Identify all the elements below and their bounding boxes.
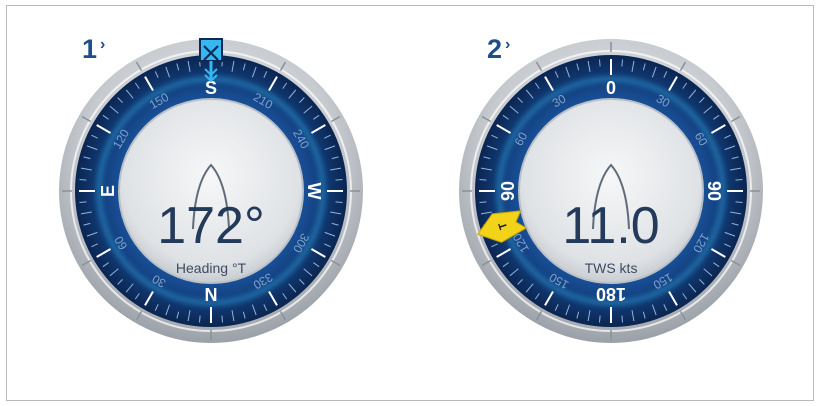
tick-mark: [735, 201, 743, 204]
ring-label: E: [98, 185, 118, 197]
ring-label: N: [205, 284, 218, 304]
tick-mark: [598, 59, 601, 67]
heading-label: Heading °T: [176, 260, 247, 276]
tws-value: 11.0: [562, 197, 659, 255]
dial-face: [518, 98, 704, 284]
tick-mark: [221, 315, 224, 323]
tick-mark: [198, 315, 201, 323]
dial-face: [118, 98, 304, 284]
tick-mark: [479, 201, 487, 204]
heading-gauge[interactable]: N3060E120150S210240W300330 172° Heading …: [56, 36, 366, 376]
waypoint-stem: [209, 61, 213, 81]
tick-mark: [79, 201, 87, 204]
ring-label: 180: [596, 284, 626, 304]
tick-mark: [79, 178, 87, 181]
tick-mark: [335, 178, 343, 181]
tws-gauge[interactable]: 0306090120150180150120906030 11.0 TWS kt…: [456, 36, 766, 376]
tick-mark: [735, 178, 743, 181]
tick-mark: [598, 315, 601, 323]
tick-mark: [479, 178, 487, 181]
ring-label: 90: [704, 181, 724, 201]
waypoint-box-icon: [199, 38, 223, 62]
ring-label: 0: [606, 78, 616, 98]
ring-label: 90: [498, 181, 518, 201]
heading-value: 172°: [157, 197, 265, 255]
tick-mark: [621, 59, 624, 67]
tick-mark: [621, 315, 624, 323]
tws-label: TWS kts: [585, 260, 638, 276]
tick-mark: [335, 201, 343, 204]
ring-label: W: [304, 183, 324, 200]
